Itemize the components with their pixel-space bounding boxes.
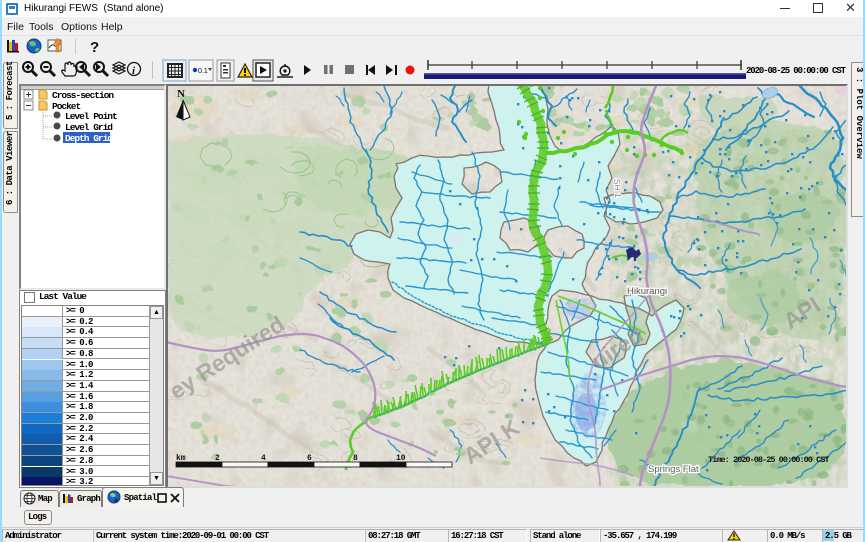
svg-text:SH 1: SH 1 — [612, 179, 623, 199]
svg-text:Springs Flat: Springs Flat — [648, 464, 699, 475]
svg-text:Level Grid: Level Grid — [65, 122, 113, 133]
svg-text:?: ? — [90, 39, 99, 56]
svg-text:Time: 2020-08-25 00:00:00 CST: Time: 2020-08-25 00:00:00 CST — [708, 455, 829, 465]
svg-text:Depth Grid: Depth Grid — [65, 133, 113, 144]
svg-text:Level Point: Level Point — [65, 111, 117, 122]
svg-text:N: N — [177, 88, 185, 100]
svg-text:0.1: 0.1 — [198, 68, 208, 75]
svg-text:Hikurangi: Hikurangi — [627, 286, 667, 297]
svg-text:Cross-section: Cross-section — [52, 90, 114, 101]
